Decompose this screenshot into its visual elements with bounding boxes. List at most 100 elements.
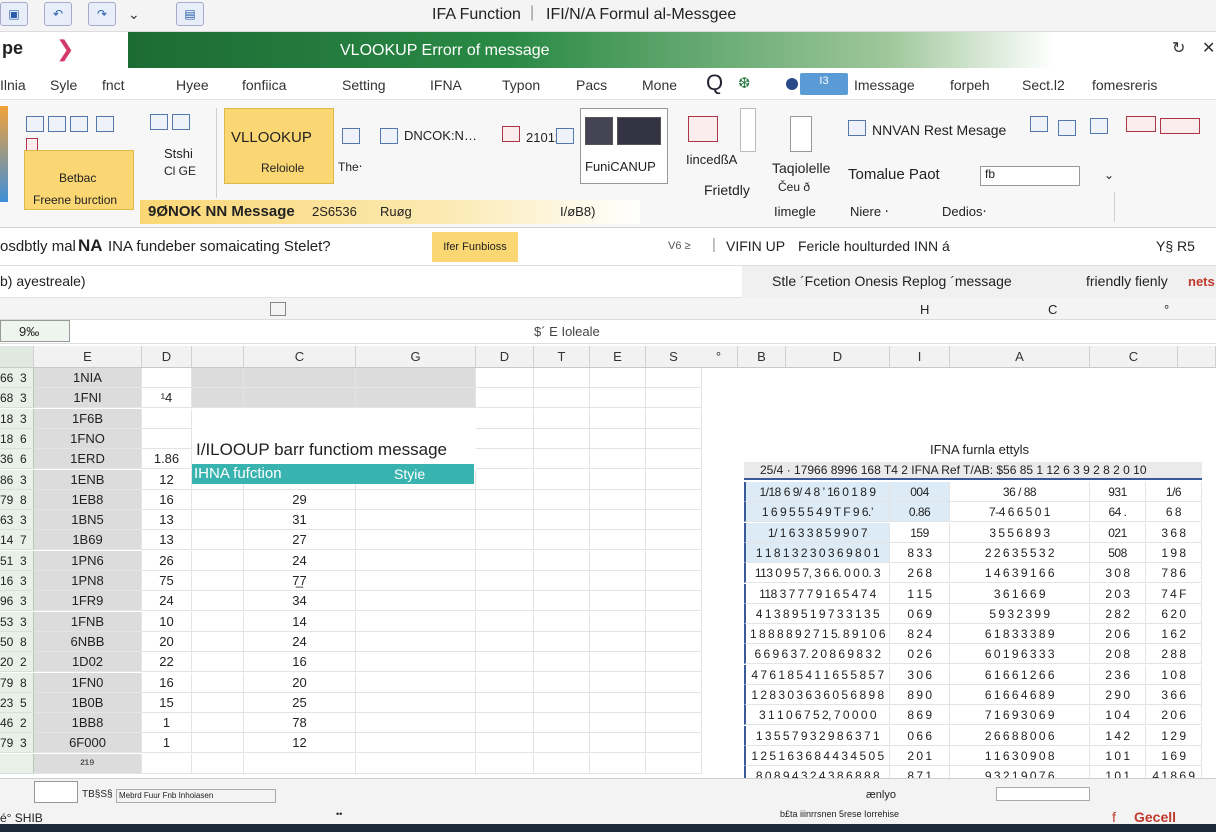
tab-3[interactable]: fnct [102,77,125,93]
cell-blank[interactable] [356,368,476,388]
sheet-tab-2[interactable]: Mebrd Fuur Fnb Inhoiasen [116,789,276,803]
image-icon[interactable] [1030,116,1048,132]
right-table-cell[interactable]: 1 0 1 [1090,745,1146,766]
cell-blank[interactable] [590,449,646,470]
cell-blank[interactable] [590,652,646,673]
cell-blank[interactable] [646,571,702,591]
cell-blank[interactable] [590,611,646,632]
column-header[interactable]: T [534,346,590,368]
right-table-cell[interactable]: 1 4 2 [1090,725,1146,746]
cell-d[interactable]: 1.86 [142,449,192,470]
right-table-cell[interactable]: 3 6 6 [1146,685,1202,705]
cell-blank[interactable] [534,388,590,409]
cell-blank[interactable] [646,408,702,429]
cell-blank[interactable] [356,631,476,652]
row-header[interactable]: 53 3 [0,611,34,632]
cell-blank[interactable] [590,489,646,510]
format-table-icon[interactable] [1058,120,1076,136]
right-table-cell[interactable]: 6 8 [1146,502,1202,523]
cell-blank[interactable] [192,733,244,754]
row-header[interactable]: 66 3 [0,368,34,388]
right-table-cell[interactable]: 1 1 6 3 0 9 0 8 [950,745,1090,766]
cell-blank[interactable] [646,530,702,551]
row-header[interactable]: 51 3 [0,550,34,571]
cell-blank[interactable] [476,408,534,429]
column-header[interactable] [1178,346,1216,368]
row-header[interactable]: 16 3 [0,571,34,591]
evaluate-icon[interactable] [556,128,574,144]
frietdly-label[interactable]: Frietdly [704,182,750,198]
cell-blank[interactable] [590,510,646,531]
refresh-icon[interactable]: ↻ [1172,38,1185,58]
cell-e[interactable]: 1ERD [34,449,142,470]
cell-blank[interactable] [534,530,590,551]
column-header[interactable]: E [590,346,646,368]
cell-blank[interactable] [476,530,534,551]
cell-blank[interactable] [356,652,476,673]
error-check-icon[interactable] [502,126,520,142]
right-table-cell[interactable]: 004 [890,482,950,502]
cell-blank[interactable] [646,591,702,612]
sheet-icon[interactable] [34,781,78,803]
right-table-cell[interactable]: 2 8 8 [1146,644,1202,665]
cell-blank[interactable] [476,672,534,693]
cell-blank[interactable] [646,368,702,388]
cell-e[interactable]: 1PN6 [34,550,142,571]
right-table-cell[interactable]: 0 6 6 [890,725,950,746]
cell-d[interactable]: 16 [142,672,192,693]
insert-table-icon[interactable] [26,116,44,132]
cell-blank[interactable] [476,611,534,632]
cell-blank[interactable] [356,591,476,612]
cell-e[interactable]: 6NBB [34,631,142,652]
tab-forpeh[interactable]: forpeh [950,77,990,93]
right-table-cell[interactable]: 8 9 0 [890,685,950,705]
right-table-cell[interactable]: 4 1 3 8 9 5 1 9 7 3 3 1 3 5 [744,603,890,624]
right-table-cell[interactable]: 8 3 3 [890,542,950,563]
cell-c[interactable]: 31 [244,510,356,531]
linced-label[interactable]: IincedßΑ [686,152,737,167]
cell-d[interactable]: 75 [142,571,192,591]
limegle-label[interactable]: Iimegle [774,204,816,219]
right-table-cell[interactable]: 6 1 8 3 3 3 8 9 [950,624,1090,645]
ceu-label[interactable]: Čeu ð [778,180,810,194]
cell-c[interactable]: 14 [244,611,356,632]
col-letter-c[interactable]: C [1048,302,1057,317]
cell-blank[interactable] [590,428,646,449]
cell-blank[interactable] [534,652,590,673]
cell-blank[interactable] [534,428,590,449]
cell-blank[interactable] [590,672,646,693]
tab-2[interactable]: Syle [50,77,77,93]
cell-blank[interactable] [590,368,646,388]
cell-blank[interactable] [646,733,702,754]
cell-blank[interactable] [192,388,244,409]
right-table-cell[interactable]: 1 6 2 [1146,624,1202,645]
cell-blank[interactable] [534,753,590,774]
cell-blank[interactable] [646,388,702,409]
tomalue-label[interactable]: Tomalue Paot [848,166,940,183]
conditional-icon[interactable] [1126,116,1156,132]
right-table-cell[interactable]: 2 2 6 3 5 5 3 2 [950,542,1090,563]
col-letter-x[interactable]: ° [1164,302,1169,317]
cell-blank[interactable] [590,408,646,429]
right-table-cell[interactable]: 1/6 [1146,482,1202,502]
formula-rest[interactable]: Fericle houlturded INN á [798,238,950,254]
funcnup-button[interactable]: FuniCANUP [580,108,668,184]
cell-d[interactable] [142,408,192,429]
cell-blank[interactable] [356,692,476,713]
zoom-slider[interactable] [996,787,1090,801]
right-table-cell[interactable]: 6 6 9 6 3 7. 2 0 8 6 9 8 3 2 [744,644,890,665]
cell-blank[interactable] [534,368,590,388]
right-table-cell[interactable]: 118 3 7 7 7 9 1 6 5 4 7 4 [744,583,890,604]
cell-blank[interactable] [476,692,534,713]
row-header[interactable]: 79 8 [0,672,34,693]
dncok-label[interactable]: DNCOK:N… [404,128,477,143]
sheet-tab[interactable]: TB§S§ [82,789,113,800]
column-header[interactable]: I [890,346,950,368]
formula-right[interactable]: Y§ R5 [1156,238,1195,254]
col-letter-h[interactable]: H [920,302,929,317]
cell-blank[interactable] [646,753,702,774]
comment-icon[interactable] [688,116,718,142]
right-table-cell[interactable]: 2 6 6 8 8 0 0 6 [950,725,1090,746]
column-header[interactable]: D [476,346,534,368]
right-table-cell[interactable]: 1 1 5 [890,583,950,604]
